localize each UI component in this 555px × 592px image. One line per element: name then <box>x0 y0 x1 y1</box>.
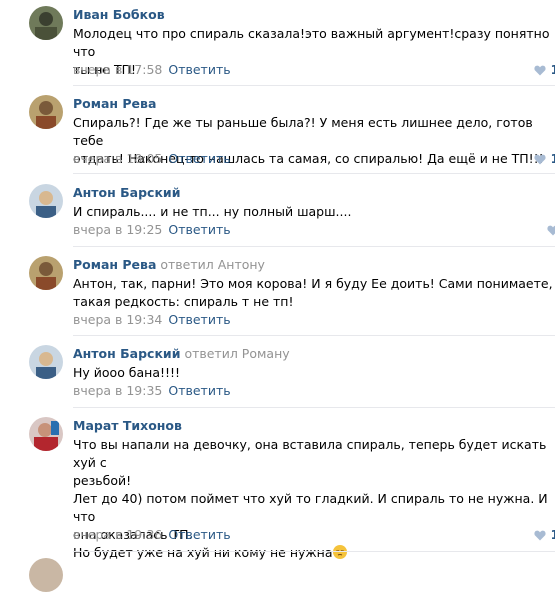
comment-time[interactable]: вчера в 19:36 <box>73 527 162 542</box>
divider <box>73 551 555 552</box>
comment-time[interactable]: вчера в 17:58 <box>73 62 162 77</box>
avatar[interactable] <box>29 256 63 290</box>
heart-icon <box>534 530 546 541</box>
reply-button[interactable]: Ответить <box>168 151 230 166</box>
heart-icon <box>534 65 546 76</box>
comment-meta: вчера в 19:36 Ответить <box>73 527 231 543</box>
reply-button[interactable]: Ответить <box>168 222 230 237</box>
divider <box>73 335 555 336</box>
like-count: 1 <box>550 528 555 542</box>
divider <box>73 407 555 408</box>
author-name[interactable]: Антон Барский <box>73 185 180 200</box>
like-count: 1 <box>550 152 555 166</box>
author-name[interactable]: Иван Бобков <box>73 7 165 22</box>
author-name[interactable]: Антон Барский <box>73 346 180 361</box>
reply-button[interactable]: Ответить <box>168 527 230 542</box>
replied-to[interactable]: ответил Роману <box>184 346 289 361</box>
divider <box>73 85 555 86</box>
comment-meta: вчера в 19:34 Ответить <box>73 312 231 328</box>
like-button[interactable] <box>547 222 555 238</box>
comment-time[interactable]: вчера в 19:34 <box>73 312 162 327</box>
comment-text: Что вы напали на девочку, она вставила с… <box>73 436 555 562</box>
avatar[interactable] <box>29 558 63 592</box>
reply-button[interactable]: Ответить <box>168 383 230 398</box>
comment-meta: вчера в 19:25 Ответить <box>73 222 231 238</box>
like-count: 1 <box>550 63 555 77</box>
divider <box>73 246 555 247</box>
avatar[interactable] <box>29 6 63 40</box>
avatar[interactable] <box>29 184 63 218</box>
like-button[interactable]: 1 <box>534 151 555 167</box>
author-name[interactable]: Роман Рева <box>73 96 156 111</box>
pensive-face-emoji <box>332 545 347 559</box>
heart-icon <box>547 225 555 236</box>
comment-text: Ну йооо бана!!!! <box>73 365 181 380</box>
comment-text: И спираль.... и не тп... ну полный шарш.… <box>73 204 352 219</box>
author-name[interactable]: Марат Тихонов <box>73 418 182 433</box>
avatar[interactable] <box>29 95 63 129</box>
like-button[interactable]: 1 <box>534 62 555 78</box>
like-button[interactable]: 1 <box>534 527 555 543</box>
comment-text: Антон, так, парни! Это моя корова! И я б… <box>73 276 553 309</box>
comment-time[interactable]: вчера в 18:05 <box>73 151 162 166</box>
reply-button[interactable]: Ответить <box>168 312 230 327</box>
comment-time[interactable]: вчера в 19:35 <box>73 383 162 398</box>
avatar[interactable] <box>29 345 63 379</box>
avatar[interactable] <box>29 417 63 451</box>
comment-time[interactable]: вчера в 19:25 <box>73 222 162 237</box>
comment-meta: вчера в 17:58 Ответить <box>73 62 231 78</box>
divider <box>73 173 555 174</box>
comment-meta: вчера в 18:05 Ответить <box>73 151 231 167</box>
comment-meta: вчера в 19:35 Ответить <box>73 383 231 399</box>
reply-button[interactable]: Ответить <box>168 62 230 77</box>
replied-to[interactable]: ответил Антону <box>160 257 265 272</box>
heart-icon <box>534 154 546 165</box>
author-name[interactable]: Роман Рева <box>73 257 156 272</box>
